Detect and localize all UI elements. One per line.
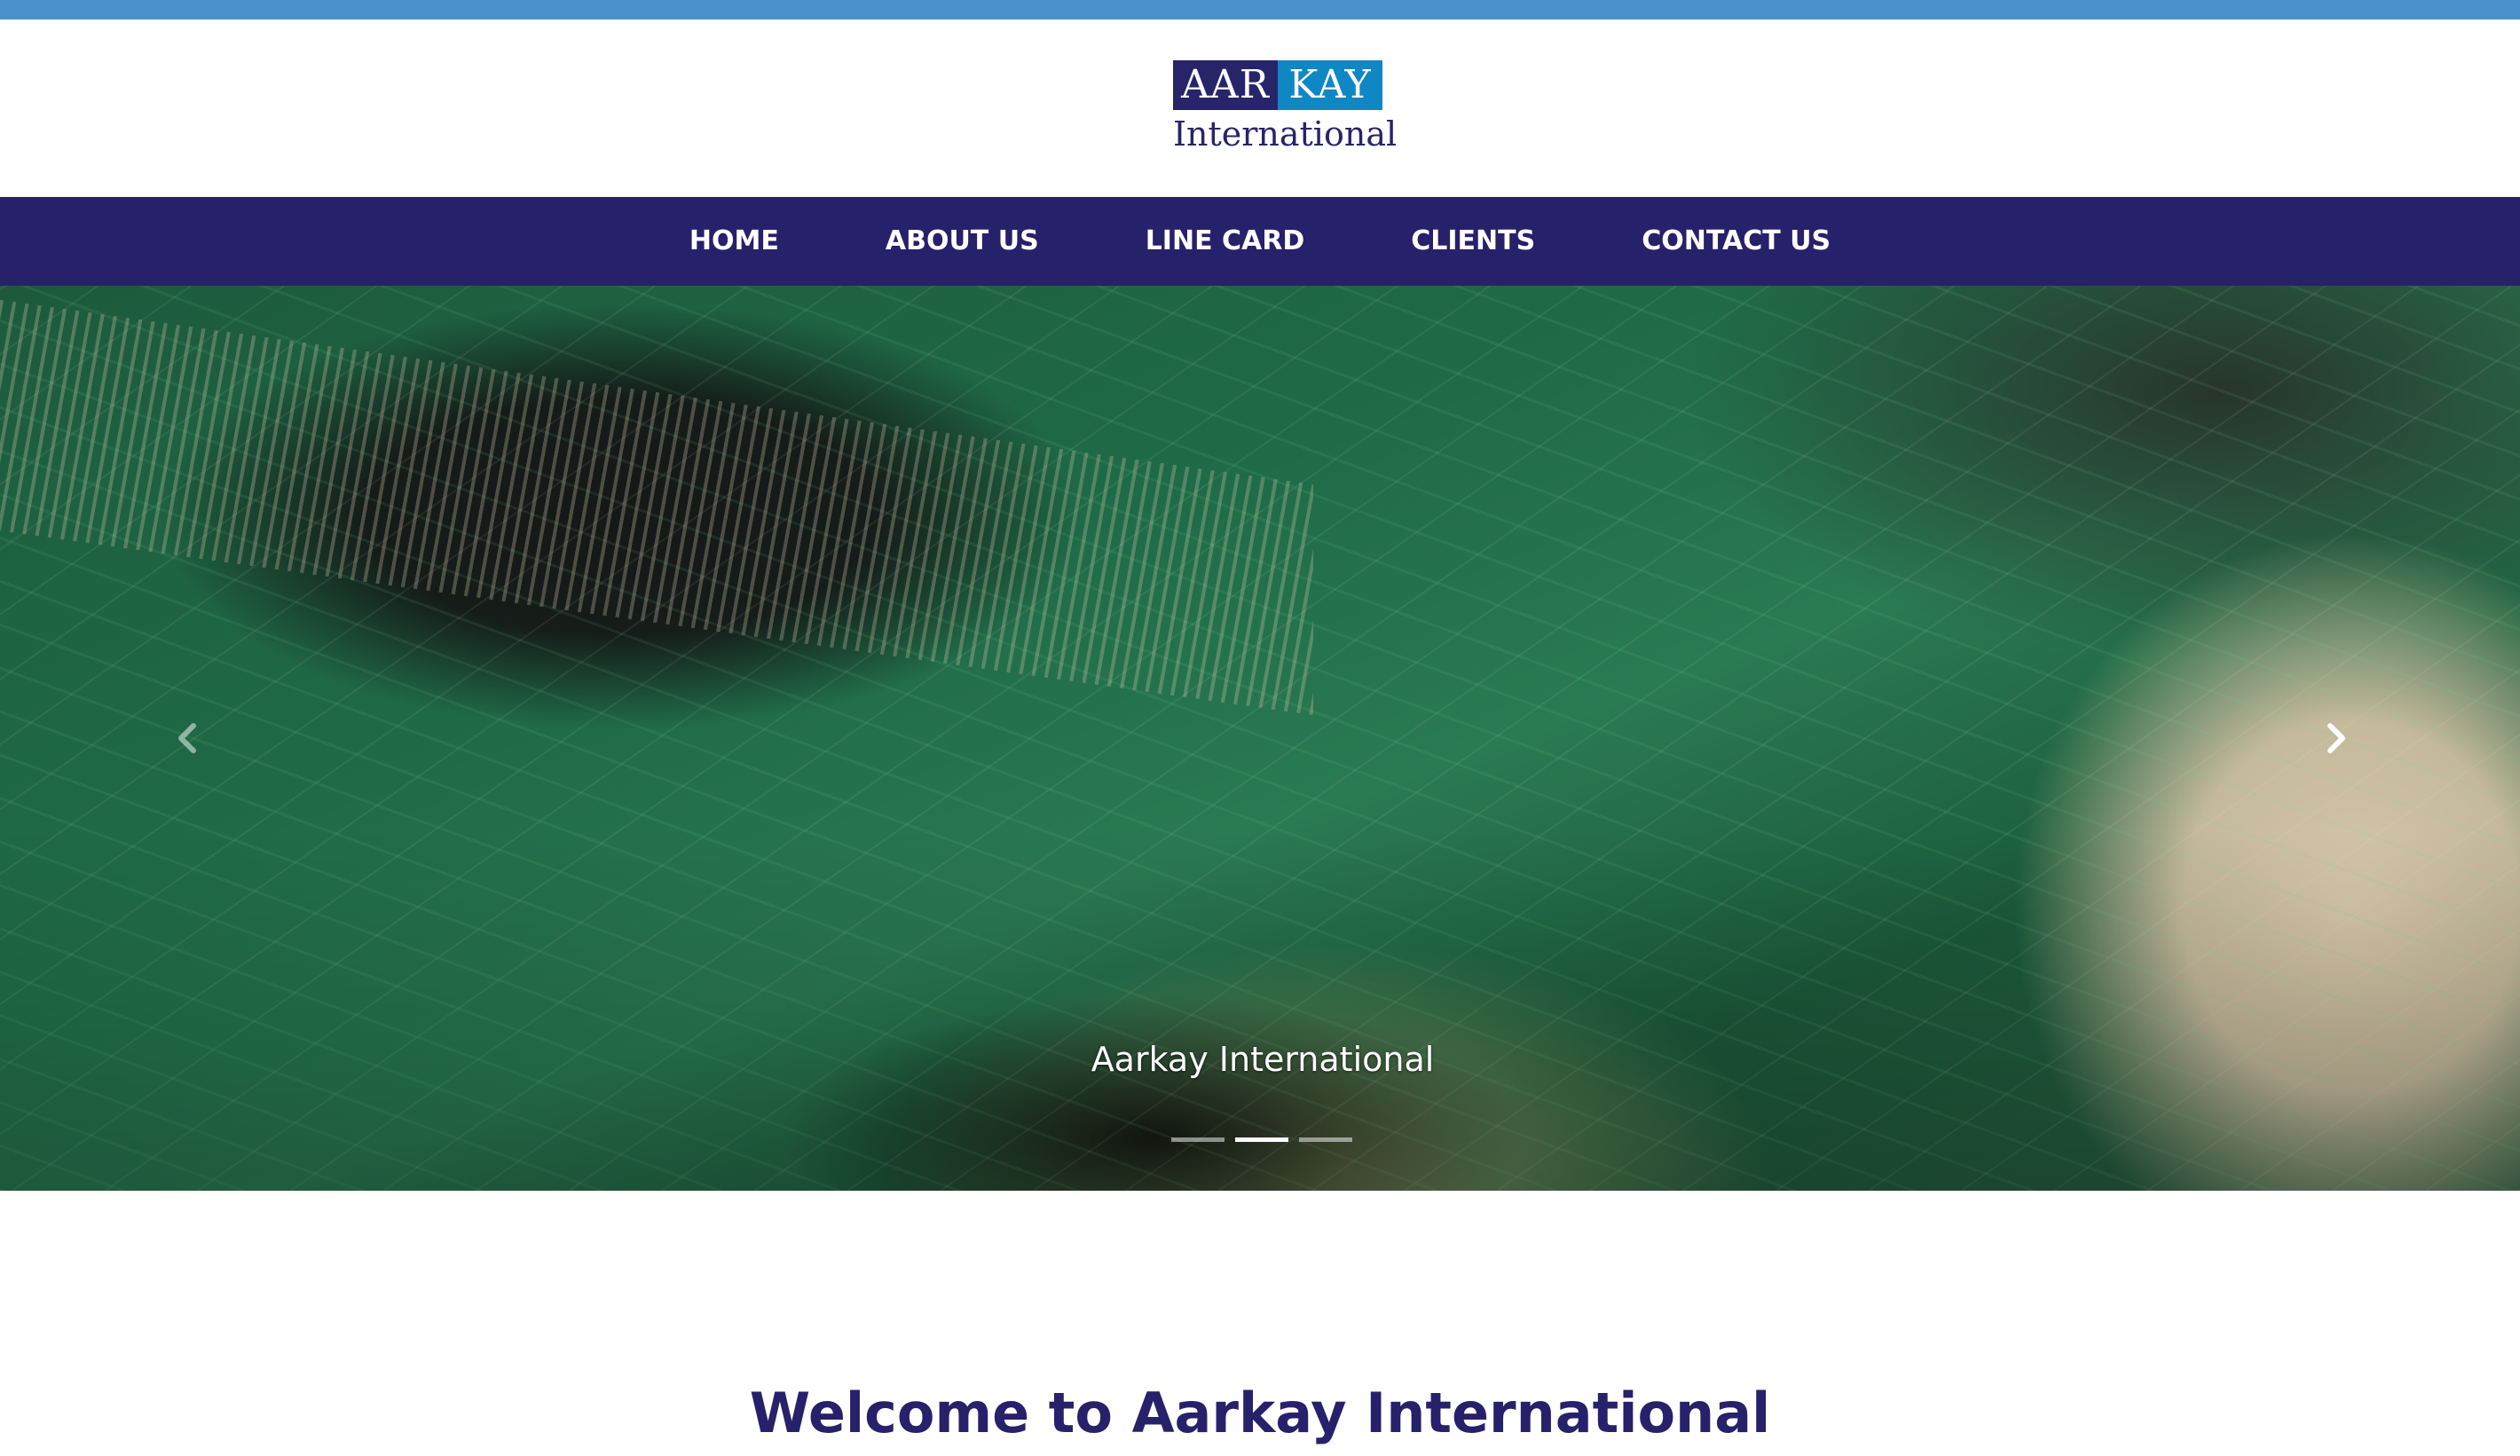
nav-item-about-us[interactable]: ABOUT US xyxy=(832,197,1092,286)
carousel-next-button[interactable] xyxy=(2300,703,2371,774)
carousel-indicator-2[interactable] xyxy=(1235,1137,1288,1142)
chevron-right-icon xyxy=(2327,723,2345,753)
nav-item-line-card[interactable]: LINE CARD xyxy=(1092,197,1358,286)
logo-wordmark: AAR KAY xyxy=(1173,60,1382,110)
hero-carousel: Aarkay International xyxy=(0,286,2520,1191)
carousel-caption: Aarkay International xyxy=(1091,1040,1435,1079)
nav-item-home[interactable]: HOME xyxy=(636,197,832,286)
chevron-left-icon xyxy=(178,723,196,753)
logo-subtitle: International xyxy=(1173,114,1398,153)
top-accent-strip xyxy=(0,0,2520,20)
nav-item-clients[interactable]: CLIENTS xyxy=(1358,197,1588,286)
site-header: AAR KAY International xyxy=(0,20,2520,197)
logo-kay-text: KAY xyxy=(1278,60,1382,110)
main-navigation: HOME ABOUT US LINE CARD CLIENTS CONTACT … xyxy=(0,197,2520,286)
carousel-indicator-1[interactable] xyxy=(1171,1137,1225,1142)
carousel-prev-button[interactable] xyxy=(153,703,224,774)
welcome-heading: Welcome to Aarkay International xyxy=(749,1381,1771,1445)
carousel-indicator-3[interactable] xyxy=(1299,1137,1352,1142)
nav-item-contact-us[interactable]: CONTACT US xyxy=(1588,197,1884,286)
aarkay-logo[interactable]: AAR KAY International xyxy=(1173,60,1398,156)
carousel-indicators xyxy=(1171,1137,1352,1142)
logo-aar-text: AAR xyxy=(1173,60,1278,110)
